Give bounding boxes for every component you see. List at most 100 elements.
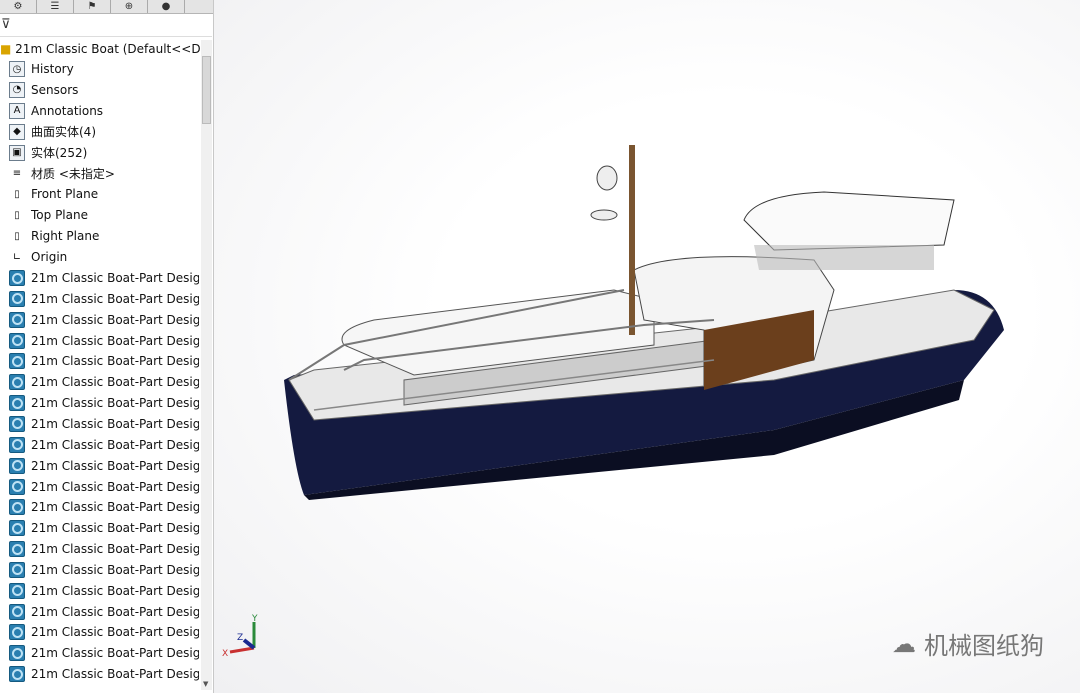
- tree-item-label: 曲面实体(4): [31, 125, 96, 140]
- part-icon: [9, 582, 25, 599]
- tree-item[interactable]: ▯ Top Plane: [9, 205, 199, 225]
- history-folder-icon: ◷: [9, 61, 25, 77]
- tree-item-label: Origin: [31, 250, 68, 265]
- scrollbar-thumb[interactable]: [202, 56, 211, 124]
- solid-bodies-folder-icon: ▣: [9, 144, 25, 161]
- tree-item[interactable]: ▣ 实体(252): [9, 143, 199, 163]
- tree-item-label: 实体(252): [31, 146, 88, 161]
- part-icon: [9, 603, 25, 620]
- tree-part-label: 21m Classic Boat-Part Design_: [31, 604, 199, 619]
- tree-item-label: Sensors: [31, 82, 79, 97]
- part-icon: [9, 332, 25, 349]
- boat-model: Y X Z: [222, 145, 1004, 659]
- part-icon: [9, 645, 25, 662]
- tab-display-manager[interactable]: ●: [148, 0, 185, 13]
- graphics-area[interactable]: Y X Z ☁ 机械图纸狗: [214, 0, 1080, 693]
- tree-part-label: 21m Classic Boat-Part Design_: [31, 396, 199, 411]
- surface-bodies-folder-icon: ◆: [9, 123, 25, 140]
- part-icon: [9, 520, 25, 537]
- scroll-down-arrow-icon[interactable]: ▼: [203, 680, 208, 688]
- tab-dimxpert[interactable]: ⊕: [111, 0, 148, 13]
- part-icon: [9, 311, 25, 328]
- tree-item[interactable]: ▯ Front Plane: [9, 184, 199, 204]
- tree-part-item[interactable]: 21m Classic Boat-Part Design_: [9, 622, 199, 642]
- tree-part-item[interactable]: 21m Classic Boat-Part Design_: [9, 435, 199, 455]
- tree-part-item[interactable]: 21m Classic Boat-Part Design_: [9, 477, 199, 497]
- tree-part-label: 21m Classic Boat-Part Design_: [31, 583, 199, 598]
- tree-item[interactable]: ▯ Right Plane: [9, 226, 199, 246]
- tree-item[interactable]: ◔ Sensors: [9, 80, 199, 100]
- tree-part-item[interactable]: 21m Classic Boat-Part Design_: [9, 539, 199, 559]
- part-icon: [9, 415, 25, 432]
- tree-part-item[interactable]: 21m Classic Boat-Part Design_: [9, 289, 199, 309]
- watermark: ☁ 机械图纸狗: [892, 629, 1044, 661]
- radome: [596, 165, 618, 191]
- filter-icon[interactable]: ⊽: [0, 14, 212, 37]
- tree-part-item[interactable]: 21m Classic Boat-Part Design_: [9, 414, 199, 434]
- tree-part-item[interactable]: 21m Classic Boat-Part Design_: [9, 497, 199, 517]
- tree-item[interactable]: A Annotations: [9, 101, 199, 121]
- origin-icon: ∟: [12, 251, 22, 263]
- tree-part-label: 21m Classic Boat-Part Design_: [31, 291, 199, 306]
- plane-icon: ▯: [14, 188, 20, 200]
- triad-y-label: Y: [251, 614, 258, 624]
- tree-item-label: Right Plane: [31, 229, 100, 244]
- tree-item[interactable]: ∟ Origin: [9, 247, 199, 267]
- tree-part-label: 21m Classic Boat-Part Design_: [31, 458, 199, 473]
- part-icon: [9, 624, 25, 641]
- part-icon: [9, 561, 25, 578]
- mast: [629, 145, 635, 335]
- tree-part-label: 21m Classic Boat-Part Design_: [31, 375, 199, 390]
- feature-manager-tree: ⚙ ☰ ⚑ ⊕ ● ⊽ ■ 21m Classic Boat (Default<…: [0, 0, 214, 693]
- tree-part-label: 21m Classic Boat-Part Design_: [31, 354, 199, 369]
- part-icon: [9, 666, 25, 683]
- tree-part-item[interactable]: 21m Classic Boat-Part Design_: [9, 351, 199, 371]
- part-icon: [9, 436, 25, 453]
- plane-icon: ▯: [14, 230, 20, 242]
- tree-part-label: 21m Classic Boat-Part Design_: [31, 271, 199, 285]
- tree-part-item[interactable]: 21m Classic Boat-Part Design_: [9, 268, 199, 288]
- tree-part-label: 21m Classic Boat-Part Design_: [31, 416, 199, 431]
- tree-part-label: 21m Classic Boat-Part Design_: [31, 437, 199, 452]
- tree-item[interactable]: ◷ History: [9, 59, 199, 79]
- tree-part-label: 21m Classic Boat-Part Design_: [31, 562, 199, 577]
- coordinate-triad: Y X Z: [222, 614, 258, 659]
- tree-item-label: Front Plane: [31, 187, 99, 202]
- tree-part-label: 21m Classic Boat-Part Design_: [31, 625, 199, 640]
- tree-part-label: 21m Classic Boat-Part Design_: [31, 312, 199, 327]
- tree-part-item[interactable]: 21m Classic Boat-Part Design_: [9, 310, 199, 330]
- tree-part-item[interactable]: 21m Classic Boat-Part Design_: [9, 393, 199, 413]
- tab-configuration-manager[interactable]: ⚑: [74, 0, 111, 13]
- plane-icon: ▯: [14, 209, 20, 221]
- tab-feature-manager[interactable]: ⚙: [0, 0, 37, 13]
- tab-property-manager[interactable]: ☰: [37, 0, 74, 13]
- assembly-icon: ■: [0, 42, 12, 56]
- tree-part-item[interactable]: 21m Classic Boat-Part Design_: [9, 331, 199, 351]
- tree-part-item[interactable]: 21m Classic Boat-Part Design_: [9, 518, 199, 538]
- part-icon: [9, 457, 25, 474]
- tree-part-label: 21m Classic Boat-Part Design_: [31, 646, 199, 661]
- tree-item-label: Top Plane: [31, 208, 88, 223]
- radar: [590, 209, 618, 221]
- sensors-folder-icon: ◔: [9, 81, 25, 98]
- tree-part-item[interactable]: 21m Classic Boat-Part Design_: [9, 372, 199, 392]
- tree-part-label: 21m Classic Boat-Part Design_: [31, 479, 199, 494]
- tree-item-label: 材质 <未指定>: [31, 167, 115, 181]
- part-icon: [9, 499, 25, 516]
- part-icon: [9, 541, 25, 558]
- tree-part-item[interactable]: 21m Classic Boat-Part Design_: [9, 602, 199, 622]
- tree-part-item[interactable]: 21m Classic Boat-Part Design_: [9, 664, 199, 684]
- part-icon: [9, 374, 25, 391]
- tree-scrollbar[interactable]: ▼: [201, 40, 212, 690]
- part-icon: [9, 353, 25, 370]
- tree-part-item[interactable]: 21m Classic Boat-Part Design_: [9, 456, 199, 476]
- tree-part-label: 21m Classic Boat-Part Design_: [31, 542, 199, 557]
- tree-part-item[interactable]: 21m Classic Boat-Part Design_: [9, 581, 199, 601]
- tree-part-label: 21m Classic Boat-Part Design_: [31, 521, 199, 536]
- part-icon: [9, 270, 25, 286]
- tree-part-item[interactable]: 21m Classic Boat-Part Design_: [9, 643, 199, 663]
- tree-item[interactable]: ≡ 材质 <未指定>: [9, 164, 199, 184]
- tree-root-assembly[interactable]: ■ 21m Classic Boat (Default<<Default: [0, 40, 200, 58]
- tree-item[interactable]: ◆ 曲面实体(4): [9, 122, 199, 142]
- tree-part-item[interactable]: 21m Classic Boat-Part Design_: [9, 560, 199, 580]
